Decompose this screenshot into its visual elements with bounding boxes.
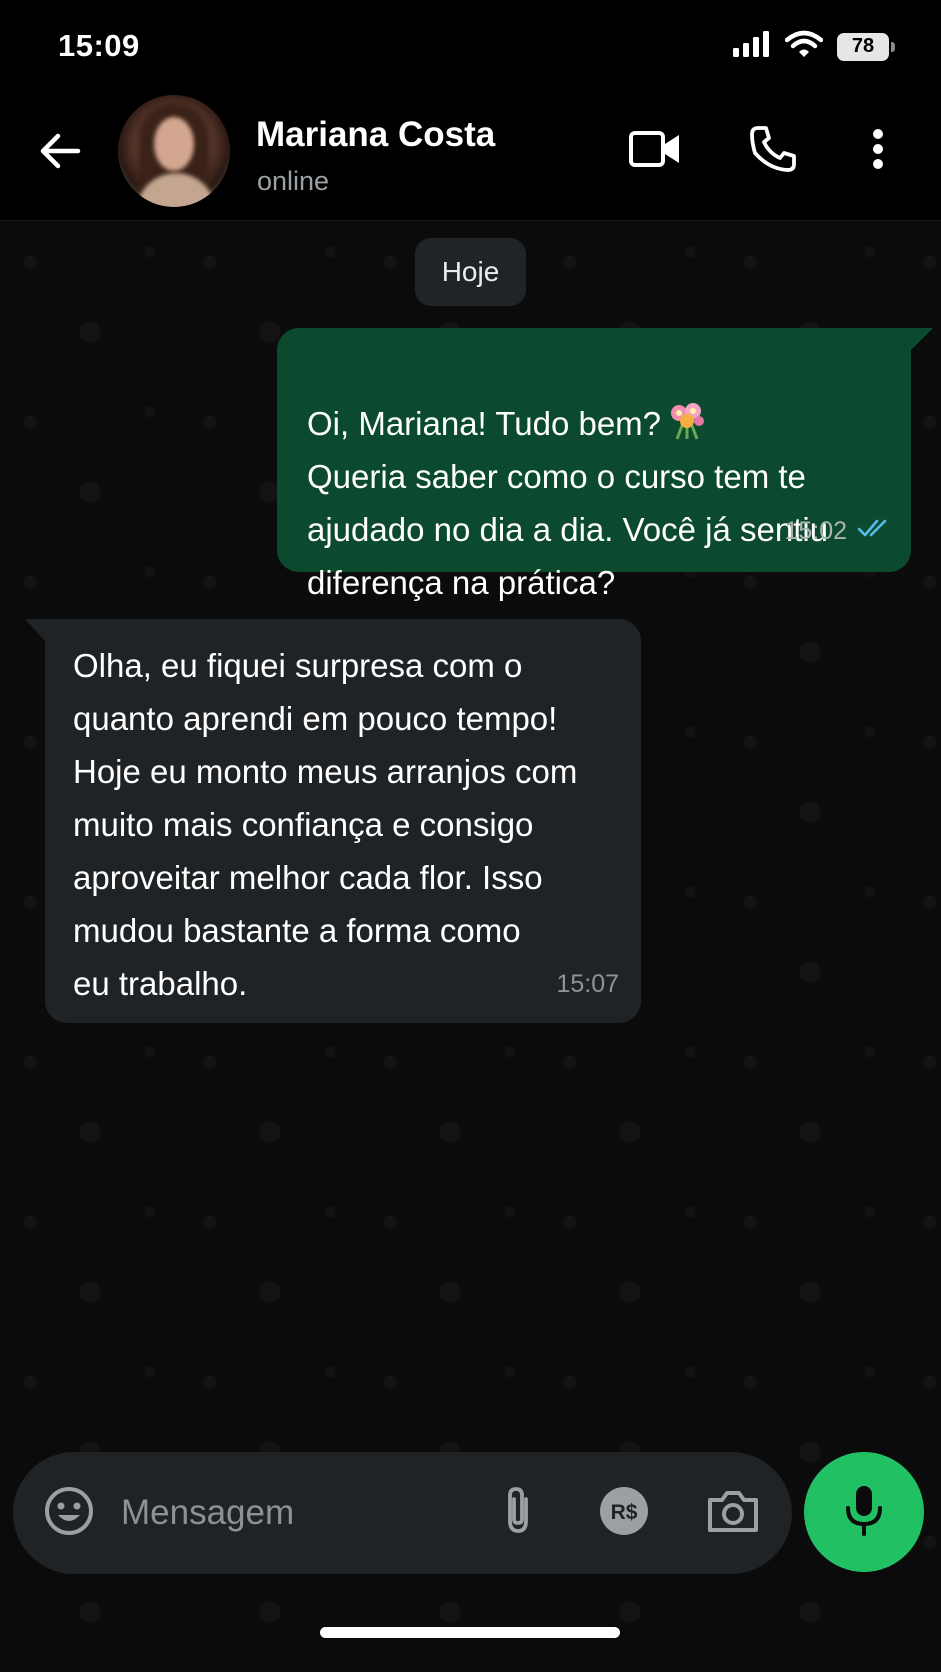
chat-screen: 15:09 78 Mariana Costa online Hoje Oi, M… <box>0 0 941 1672</box>
battery-level: 78 <box>851 35 875 57</box>
message-text: Olha, eu fiquei surpresa com o quanto ap… <box>73 647 578 1002</box>
more-vertical-icon <box>872 128 884 175</box>
voice-call-button[interactable] <box>743 121 803 181</box>
contact-status: online <box>257 166 330 196</box>
message-meta: 15:02 <box>784 505 891 558</box>
read-ticks-icon <box>857 505 891 558</box>
attach-button[interactable] <box>493 1483 543 1543</box>
outgoing-message[interactable]: Oi, Mariana! Tudo bem? Queria saber como… <box>277 328 933 601</box>
avatar-face <box>154 117 194 171</box>
incoming-message[interactable]: Olha, eu fiquei surpresa com o quanto ap… <box>25 619 641 1023</box>
chat-header: Mariana Costa online <box>0 95 941 221</box>
video-call-button[interactable] <box>625 121 685 181</box>
status-icons: 78 <box>733 30 895 63</box>
message-time: 15:07 <box>556 970 619 998</box>
more-options-button[interactable] <box>860 121 896 181</box>
wifi-icon <box>784 30 824 63</box>
avatar[interactable] <box>118 95 230 207</box>
message-time: 15:02 <box>784 517 847 545</box>
message-composer: R$ <box>13 1452 792 1574</box>
status-bar: 15:09 78 <box>0 0 941 95</box>
back-button[interactable] <box>30 123 90 183</box>
date-chip: Hoje <box>415 238 526 306</box>
signal-icon <box>733 31 771 62</box>
video-call-icon <box>629 129 681 174</box>
payment-button[interactable]: R$ <box>596 1483 652 1543</box>
back-arrow-icon <box>38 131 82 176</box>
pay-icon: R$ <box>598 1485 650 1542</box>
message-input[interactable] <box>121 1480 461 1546</box>
status-time: 15:09 <box>58 28 140 63</box>
phone-icon <box>749 125 797 178</box>
emoji-button[interactable] <box>39 1483 99 1543</box>
microphone-icon <box>844 1484 884 1541</box>
attach-icon <box>500 1485 536 1542</box>
home-indicator[interactable] <box>320 1627 620 1638</box>
bouquet-icon <box>665 348 709 440</box>
voice-record-button[interactable] <box>804 1452 924 1572</box>
emoji-icon <box>43 1485 95 1542</box>
battery-icon: 78 <box>837 32 895 61</box>
camera-button[interactable] <box>703 1483 763 1543</box>
message-text: Oi, Mariana! Tudo bem? Queria saber como… <box>307 403 828 601</box>
pay-label: R$ <box>611 1501 638 1524</box>
contact-name[interactable]: Mariana Costa <box>256 115 495 155</box>
camera-icon <box>706 1488 760 1539</box>
message-meta: 15:07 <box>556 958 619 1011</box>
